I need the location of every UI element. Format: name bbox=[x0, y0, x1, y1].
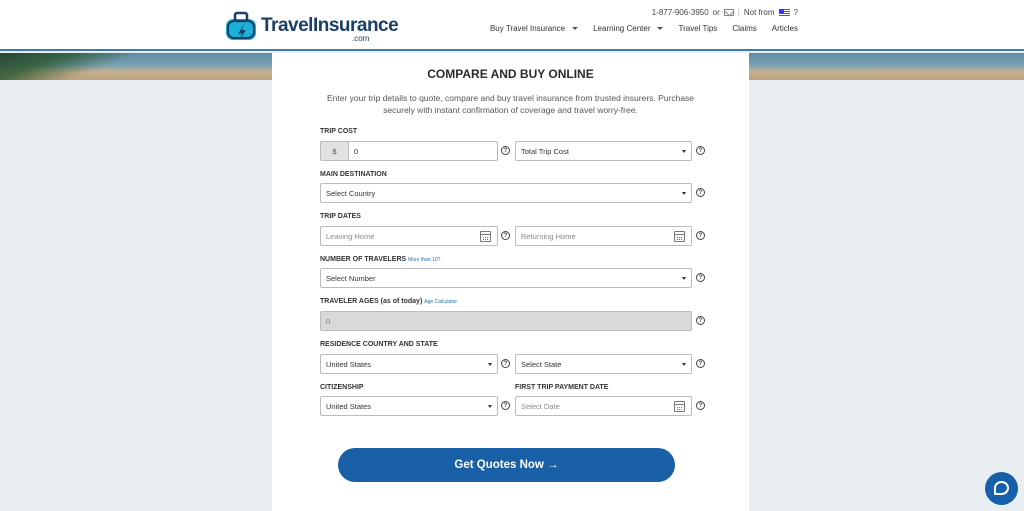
help-icon[interactable]: ? bbox=[501, 231, 510, 240]
nav-articles[interactable]: Articles bbox=[772, 24, 798, 33]
citizenship-label: CITIZENSHIP bbox=[320, 384, 364, 391]
travelers-select[interactable]: Select Number bbox=[320, 268, 692, 288]
contact-bar: 1-877-906-3950 or | Not from ? bbox=[652, 8, 798, 17]
more-than-10-link[interactable]: More than 10? bbox=[408, 257, 440, 263]
travelers-label-text: NUMBER OF TRAVELERS bbox=[320, 256, 407, 263]
dropdown-arrow-icon bbox=[488, 405, 492, 408]
quote-form-card: COMPARE AND BUY ONLINE Enter your trip d… bbox=[272, 53, 749, 511]
site-header: TravelInsurance .com 1-877-906-3950 or |… bbox=[0, 0, 1024, 51]
trip-cost-label: TRIP COST bbox=[320, 128, 358, 135]
chevron-down-icon bbox=[657, 27, 664, 30]
chat-launcher-button[interactable] bbox=[985, 472, 1018, 505]
nav-label: Articles bbox=[771, 24, 798, 33]
trip-cost-input[interactable]: 0 bbox=[348, 141, 498, 161]
help-icon[interactable]: ? bbox=[696, 316, 705, 325]
nav-label: Travel Tips bbox=[678, 24, 718, 33]
form-intro: Enter your trip details to quote, compar… bbox=[326, 93, 695, 115]
email-icon[interactable] bbox=[723, 9, 734, 16]
currency-addon: $ bbox=[320, 141, 349, 161]
leaving-date-input[interactable]: Leaving Home bbox=[320, 226, 498, 246]
help-icon[interactable]: ? bbox=[501, 401, 510, 410]
logo-wordmark: TravelInsurance bbox=[261, 15, 399, 37]
residence-label: RESIDENCE COUNTRY AND STATE bbox=[320, 341, 438, 348]
nav-claims[interactable]: Claims bbox=[732, 24, 756, 33]
dropdown-arrow-icon bbox=[682, 363, 686, 366]
chat-bubble-icon bbox=[994, 481, 1009, 495]
dropdown-arrow-icon bbox=[682, 277, 686, 280]
dropdown-arrow-icon bbox=[488, 363, 492, 366]
help-icon[interactable]: ? bbox=[696, 401, 705, 410]
trip-dates-label: TRIP DATES bbox=[320, 213, 361, 220]
logo-insurance: Insurance bbox=[312, 15, 399, 36]
ages-label: TRAVELER AGES (as of today) Age Calculat… bbox=[320, 298, 457, 305]
logo-com: .com bbox=[352, 34, 370, 43]
destination-select[interactable]: Select Country bbox=[320, 183, 692, 203]
calendar-icon[interactable] bbox=[674, 231, 685, 242]
residence-state-select[interactable]: Select State bbox=[515, 354, 692, 374]
travelers-label: NUMBER OF TRAVELERS More than 10? bbox=[320, 256, 440, 263]
site-logo[interactable]: TravelInsurance .com bbox=[224, 8, 399, 44]
nav-learning-center[interactable]: Learning Center bbox=[593, 24, 664, 33]
calendar-icon[interactable] bbox=[480, 231, 491, 242]
dropdown-arrow-icon bbox=[682, 150, 686, 153]
payment-date-input[interactable]: Select Date bbox=[515, 396, 692, 416]
nav-buy-travel-insurance[interactable]: Buy Travel Insurance bbox=[489, 24, 579, 33]
country-question: ? bbox=[793, 8, 798, 17]
placeholder-text: Returning Home bbox=[521, 231, 576, 241]
chevron-down-icon bbox=[572, 27, 579, 30]
logo-travel: Travel bbox=[261, 15, 313, 36]
nav-travel-tips[interactable]: Travel Tips bbox=[678, 24, 717, 33]
us-flag-icon[interactable] bbox=[778, 9, 790, 16]
destination-label: MAIN DESTINATION bbox=[320, 171, 387, 178]
residence-country-select[interactable]: United States bbox=[320, 354, 498, 374]
help-icon[interactable]: ? bbox=[696, 146, 705, 155]
help-icon[interactable]: ? bbox=[696, 359, 705, 368]
trip-cost-type-select[interactable]: Total Trip Cost bbox=[515, 141, 692, 161]
ages-label-text: TRAVELER AGES (as of today) bbox=[320, 298, 423, 305]
help-icon[interactable]: ? bbox=[501, 146, 510, 155]
select-value: United States bbox=[326, 359, 372, 369]
help-icon[interactable]: ? bbox=[696, 273, 705, 282]
placeholder-text: Select Date bbox=[521, 401, 560, 411]
separator: | bbox=[737, 8, 740, 17]
citizenship-select[interactable]: United States bbox=[320, 396, 498, 416]
calendar-icon[interactable] bbox=[674, 401, 685, 412]
returning-date-input[interactable]: Returning Home bbox=[515, 226, 692, 246]
select-value: Select Country bbox=[326, 188, 376, 198]
dropdown-arrow-icon bbox=[682, 192, 686, 195]
select-value: Select Number bbox=[326, 273, 376, 283]
select-value: Total Trip Cost bbox=[521, 146, 569, 156]
placeholder-text: Leaving Home bbox=[326, 231, 375, 241]
not-from-link[interactable]: Not from bbox=[744, 8, 775, 17]
age-calculator-link[interactable]: Age Calculator bbox=[424, 299, 457, 305]
nav-label: Buy Travel Insurance bbox=[489, 24, 566, 33]
help-icon[interactable]: ? bbox=[501, 359, 510, 368]
select-value: United States bbox=[326, 401, 372, 411]
help-icon[interactable]: ? bbox=[696, 188, 705, 197]
or-text: or bbox=[712, 8, 720, 17]
form-title: COMPARE AND BUY ONLINE bbox=[427, 67, 594, 81]
nav-label: Claims bbox=[732, 24, 757, 33]
traveler-ages-input[interactable]: 0 bbox=[320, 311, 692, 331]
payment-date-label: FIRST TRIP PAYMENT DATE bbox=[515, 384, 609, 391]
main-nav: Buy Travel Insurance Learning Center Tra… bbox=[490, 24, 798, 33]
select-value: Select State bbox=[521, 359, 562, 369]
suitcase-logo-icon bbox=[226, 11, 256, 40]
get-quotes-button[interactable]: Get Quotes Now → bbox=[338, 448, 675, 482]
palm-leaves-image bbox=[0, 53, 130, 80]
nav-label: Learning Center bbox=[593, 24, 651, 33]
phone-number[interactable]: 1-877-906-3950 bbox=[652, 8, 709, 17]
help-icon[interactable]: ? bbox=[696, 231, 705, 240]
